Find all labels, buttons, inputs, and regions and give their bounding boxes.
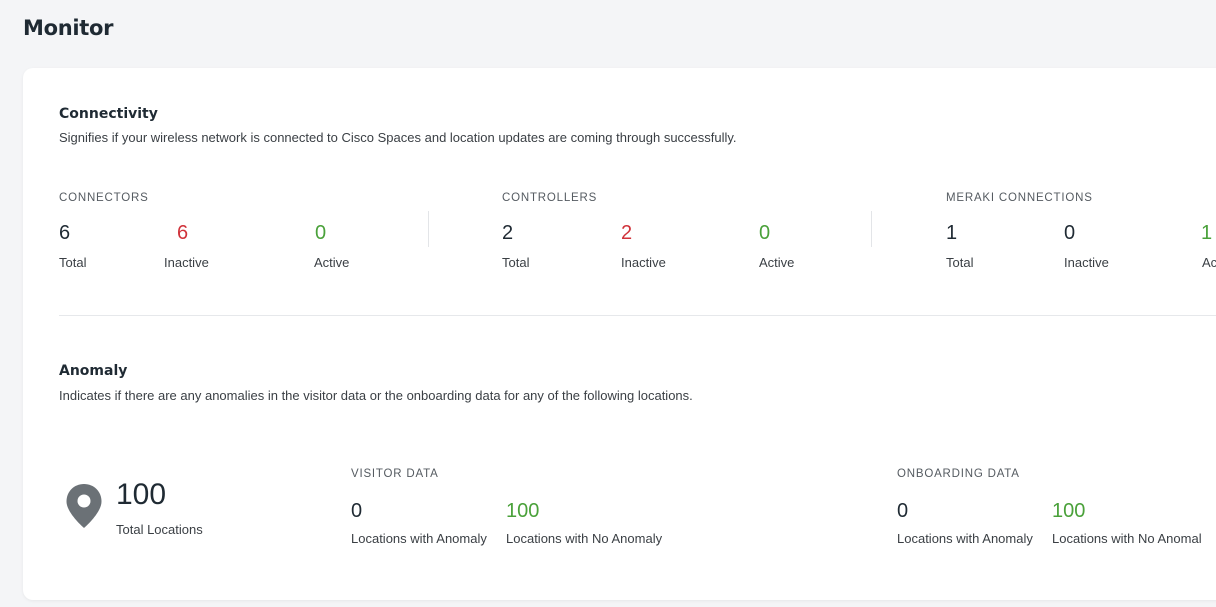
anomaly-description: Indicates if there are any anomalies in … (59, 388, 693, 403)
group-divider (428, 211, 429, 247)
no-anomaly-count: 100 (1052, 500, 1086, 522)
total-count: 2 (502, 222, 514, 244)
no-anomaly-label: Locations with No Anomal (1052, 531, 1202, 546)
total-locations-count: 100 (116, 478, 167, 511)
anomaly-title: Anomaly (59, 363, 128, 379)
page-title: Monitor (23, 16, 114, 40)
monitor-card (23, 68, 1216, 600)
active-count: 0 (759, 222, 771, 244)
group-label: CONTROLLERS (502, 192, 598, 204)
no-anomaly-count: 100 (506, 500, 540, 522)
total-count: 6 (59, 222, 71, 244)
total-count: 1 (946, 222, 958, 244)
total-label: Total (946, 255, 974, 270)
active-label: Active (314, 255, 350, 270)
group-label: MERAKI CONNECTIONS (946, 192, 1093, 204)
with-anomaly-label: Locations with Anomaly (351, 531, 487, 546)
with-anomaly-count: 0 (897, 500, 909, 522)
inactive-label: Inactive (164, 255, 209, 270)
active-label: Ac (1202, 255, 1216, 270)
active-count: 0 (315, 222, 327, 244)
group-label: ONBOARDING DATA (897, 468, 1020, 480)
total-label: Total (502, 255, 530, 270)
inactive-count: 2 (621, 222, 633, 244)
inactive-count: 0 (1064, 222, 1076, 244)
group-divider (871, 211, 872, 247)
group-label: CONNECTORS (59, 192, 149, 204)
section-divider (59, 315, 1216, 316)
active-count: 1 (1201, 222, 1213, 244)
no-anomaly-label: Locations with No Anomaly (506, 531, 663, 546)
with-anomaly-count: 0 (351, 500, 363, 522)
inactive-label: Inactive (621, 255, 666, 270)
inactive-label: Inactive (1064, 255, 1109, 270)
inactive-count: 6 (177, 222, 189, 244)
connectivity-title: Connectivity (59, 106, 158, 122)
total-locations-label: Total Locations (116, 522, 203, 537)
group-label: VISITOR DATA (351, 468, 439, 480)
connectivity-description: Signifies if your wireless network is co… (59, 130, 737, 145)
with-anomaly-label: Locations with Anomaly (897, 531, 1033, 546)
active-label: Active (759, 255, 795, 270)
location-pin-icon (66, 484, 102, 528)
total-label: Total (59, 255, 87, 270)
